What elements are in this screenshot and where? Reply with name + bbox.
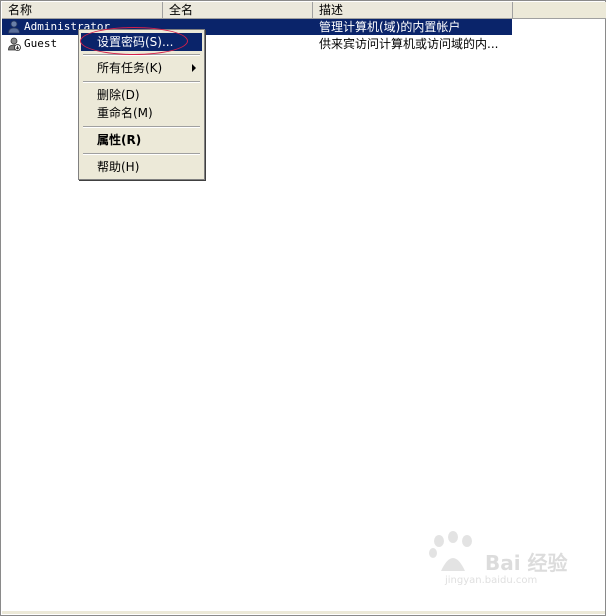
user-description: 管理计算机(域)的内置帐户	[319, 20, 461, 34]
disabled-user-icon	[8, 37, 21, 51]
column-header-name[interactable]: 名称	[2, 2, 163, 18]
menu-item-set-password[interactable]: 设置密码(S)...	[81, 33, 202, 51]
menu-item-delete[interactable]: 删除(D)	[81, 86, 202, 104]
menu-separator	[83, 126, 200, 128]
baidu-watermark: Bai 经验 jingyan.baidu.com	[425, 531, 575, 587]
menu-item-properties[interactable]: 属性(R)	[81, 131, 202, 149]
user-list-window: 名称 全名 描述 Administrator 管理计算机(域)的内置帐户 Gue…	[0, 0, 606, 616]
user-icon	[8, 20, 20, 34]
column-header-description[interactable]: 描述	[313, 2, 513, 18]
column-header-full-name[interactable]: 全名	[163, 2, 313, 18]
watermark-logo-text: Bai 经验	[485, 551, 568, 575]
watermark-url: jingyan.baidu.com	[445, 575, 538, 586]
menu-item-label: 所有任务(K)	[97, 61, 163, 75]
menu-separator	[83, 54, 200, 56]
submenu-arrow-icon	[192, 64, 196, 72]
bottom-edge	[2, 611, 605, 614]
list-header: 名称 全名 描述	[2, 2, 606, 19]
paw-logo-icon	[429, 531, 472, 571]
menu-item-all-tasks[interactable]: 所有任务(K)	[81, 59, 202, 77]
context-menu: 设置密码(S)... 所有任务(K) 删除(D) 重命名(M) 属性(R) 帮助…	[78, 29, 205, 180]
menu-separator	[83, 81, 200, 83]
menu-item-help[interactable]: 帮助(H)	[81, 158, 202, 176]
user-name: Guest	[24, 37, 58, 50]
menu-item-rename[interactable]: 重命名(M)	[81, 104, 202, 122]
menu-separator	[83, 153, 200, 155]
user-description: 供来宾访问计算机或访问域的内...	[319, 37, 499, 51]
